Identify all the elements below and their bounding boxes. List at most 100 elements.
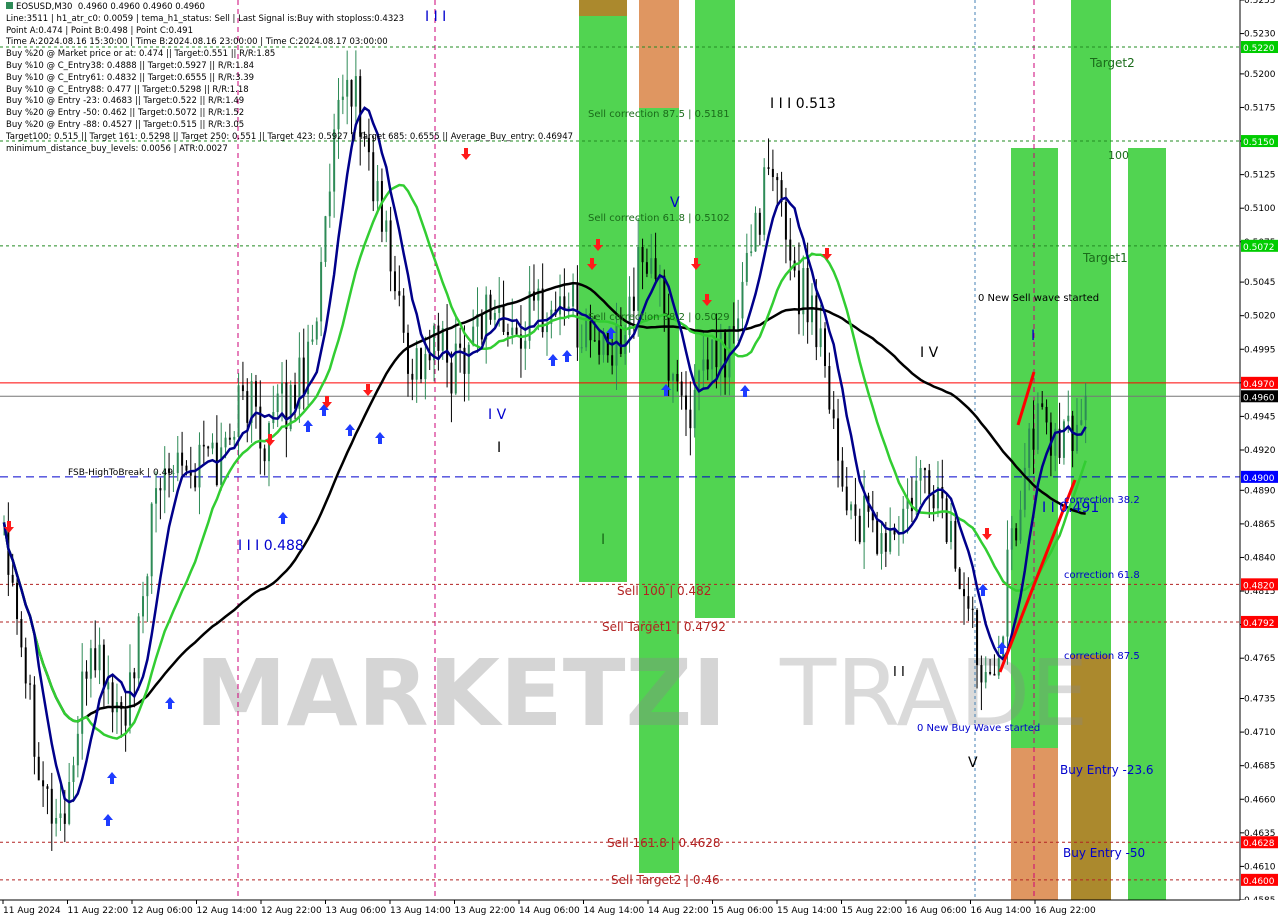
zone-rect [579, 0, 627, 582]
candle-body [1032, 428, 1035, 450]
candle-body [124, 709, 127, 726]
candle-body [932, 494, 935, 509]
y-tick-label: 0.4735 [1244, 695, 1276, 705]
candle-body [406, 332, 409, 374]
candle-body [159, 488, 162, 491]
candle-body [967, 596, 970, 609]
candle-body [315, 321, 318, 340]
candle-body [29, 683, 32, 685]
chart-annotation: I I 0.491 [1042, 500, 1099, 516]
candle-body [480, 314, 483, 340]
candle-body [1067, 415, 1070, 422]
candle-body [771, 168, 774, 178]
chart-annotation: I [497, 440, 501, 456]
candle-body [415, 348, 418, 380]
price-tag-label: 0.5220 [1243, 44, 1275, 54]
candle-body [776, 177, 779, 181]
candle-body [263, 448, 266, 462]
candle-body [320, 261, 323, 322]
watermark-bold: MARKETZI [195, 640, 726, 747]
candle-body [724, 332, 727, 378]
candle-body [1084, 395, 1087, 421]
x-tick-label: 14 Aug 06:00 [519, 906, 580, 916]
candle-body [754, 212, 757, 252]
chart-window[interactable]: MARKETZI TRADE Sell correction 87.5 | 0.51… [0, 0, 1280, 920]
buy-arrow-icon [562, 350, 572, 362]
chart-annotation: Target1 [1082, 251, 1128, 265]
chart-annotation: Sell Target2 | 0.46 [611, 873, 720, 887]
candle-body [715, 339, 718, 368]
candle-body [1006, 549, 1009, 637]
sell-arrow-icon [822, 248, 832, 260]
x-tick-label: 16 Aug 22:00 [1035, 906, 1096, 916]
candle-body [949, 521, 952, 543]
buy-arrow-icon [548, 354, 558, 366]
candle-body [580, 347, 583, 349]
candle-body [559, 296, 562, 315]
candle-body [107, 682, 110, 690]
info-line: Target100: 0.515 || Target 161: 0.5298 |… [6, 131, 574, 142]
candle-body [858, 515, 861, 543]
chart-annotation: 100 [1108, 149, 1129, 162]
candle-body [142, 596, 145, 617]
candle-body [393, 271, 396, 292]
candle-body [437, 325, 440, 351]
candle-body [671, 373, 674, 381]
candle-body [228, 437, 231, 440]
candle-body [863, 495, 866, 543]
chart-annotation: Sell correction 61.8 | 0.5102 [588, 213, 730, 224]
candle-body [37, 756, 40, 781]
chart-annotation: I I I 0.513 [770, 96, 836, 112]
candle-body [819, 328, 822, 348]
candle-body [645, 262, 648, 274]
chart-annotation: Sell 161.8 | 0.4628 [607, 836, 721, 850]
x-tick-label: 15 Aug 22:00 [842, 906, 903, 916]
price-tag-label: 0.4792 [1243, 619, 1275, 629]
candle-body [385, 220, 388, 232]
candle-body [524, 340, 527, 349]
candle-body [446, 328, 449, 363]
x-tick-label: 13 Aug 22:00 [455, 906, 516, 916]
candle-body [281, 382, 284, 394]
candle-body [1036, 403, 1039, 450]
candle-body [137, 616, 140, 679]
candle-body [237, 385, 240, 437]
y-tick-label: 0.4865 [1244, 520, 1276, 530]
candle-body [511, 327, 514, 335]
candle-body [611, 355, 614, 366]
candle-body [802, 268, 805, 315]
candle-body [89, 648, 92, 679]
candle-body [850, 504, 853, 511]
candle-body [632, 296, 635, 311]
candle-body [1015, 528, 1018, 541]
candle-body [202, 444, 205, 447]
candle-body [585, 320, 588, 348]
candle-body [980, 665, 983, 683]
candle-body [954, 521, 957, 569]
info-line: Buy %10 @ Entry -23: 0.4683 || Target:0.… [6, 96, 245, 107]
candle-body [689, 409, 692, 429]
buy-arrow-icon [303, 420, 313, 432]
candle-body [155, 488, 158, 504]
candle-body [398, 291, 401, 296]
y-tick-label: 0.4685 [1244, 762, 1276, 772]
candle-body [789, 239, 792, 261]
price-tag-label: 0.4970 [1243, 380, 1275, 390]
candle-body [537, 288, 540, 301]
x-tick-label: 11 Aug 22:00 [68, 906, 129, 916]
x-tick-label: 14 Aug 22:00 [648, 906, 709, 916]
candle-body [854, 504, 857, 516]
candle-body [16, 582, 19, 620]
candle-body [915, 480, 918, 512]
symbol-label: EOSUSD,M30 [16, 2, 73, 12]
candle-body [376, 181, 379, 202]
candle-body [24, 647, 27, 684]
buy-arrow-icon [345, 424, 355, 436]
zone-rect [695, 0, 735, 618]
y-tick-label: 0.4710 [1244, 728, 1276, 738]
x-tick-label: 15 Aug 14:00 [777, 906, 838, 916]
candle-body [254, 381, 257, 407]
candle-body [841, 460, 844, 487]
candle-body [372, 152, 375, 202]
buy-arrow-icon [375, 432, 385, 444]
